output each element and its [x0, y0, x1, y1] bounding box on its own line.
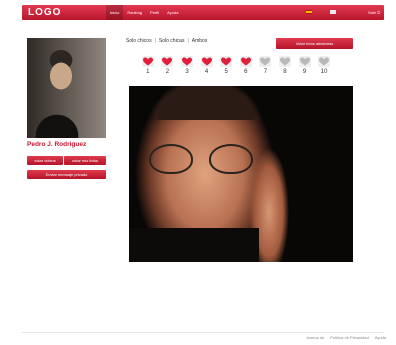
footer-divider: [22, 332, 384, 333]
logout-label: Salir: [368, 10, 377, 15]
main-nav: Inicio Ranking Perfil Ayuda: [106, 4, 182, 21]
heart-icon: [298, 56, 311, 67]
profile-name: Pedro J. Rodriguez: [27, 141, 87, 148]
vote-photos-button[interactable]: votar mis fotos: [64, 156, 106, 165]
rating-option[interactable]: 7: [256, 56, 276, 75]
rating-option[interactable]: 2: [158, 56, 178, 75]
filter-solo-chicas[interactable]: Solo chicas: [159, 38, 185, 44]
heart-icon: [220, 56, 233, 67]
rating-number: 8: [283, 69, 287, 75]
rating-option[interactable]: 10: [314, 56, 334, 75]
footer-links: Acerca de Política de Privacidad Ayuda: [306, 335, 386, 340]
rating-hearts: 1 2 3 4 5 6 7 8 9 10: [138, 56, 334, 75]
rating-number: 6: [244, 69, 248, 75]
rating-number: 4: [204, 69, 209, 75]
footer-link-privacy[interactable]: Política de Privacidad: [330, 335, 368, 340]
footer-link-help[interactable]: Ayuda: [375, 335, 386, 340]
filter-ambos[interactable]: Ambos: [192, 38, 208, 44]
rating-option[interactable]: 3: [177, 56, 197, 75]
nav-item-ranking[interactable]: Ranking: [123, 5, 146, 20]
nav-item-inicio[interactable]: Inicio: [106, 4, 124, 21]
heart-icon: [278, 56, 291, 67]
heart-icon: [141, 56, 154, 67]
rating-number: 7: [263, 69, 268, 75]
rating-number: 10: [320, 69, 328, 75]
profile-photo: [27, 38, 106, 138]
logout-icon: ⏻: [377, 10, 381, 15]
filter-separator: |: [154, 38, 156, 44]
filter-separator: |: [187, 38, 189, 44]
rating-option[interactable]: 9: [295, 56, 315, 75]
heart-icon: [318, 56, 331, 67]
logo[interactable]: LOGO: [28, 7, 61, 18]
photo-hair: [151, 86, 261, 120]
rating-option[interactable]: 5: [216, 56, 236, 75]
heart-icon: [180, 56, 193, 67]
heart-icon: [239, 56, 252, 67]
heart-icon: [259, 56, 272, 67]
vote-random-photos-button[interactable]: Votar fotos aleatorias: [276, 38, 353, 49]
rating-number: 2: [165, 69, 170, 75]
header-bar: LOGO Inicio Ranking Perfil Ayuda Salir ⏻: [22, 4, 384, 21]
rating-number: 1: [146, 69, 150, 75]
photo-glasses-left: [149, 144, 193, 174]
heart-icon: [161, 56, 174, 67]
heart-icon: [200, 56, 213, 67]
rating-number: 9: [302, 69, 307, 75]
filter-solo-chicos[interactable]: Solo chicos: [126, 38, 152, 44]
logout-button[interactable]: Salir ⏻: [368, 5, 380, 20]
footer-link-about[interactable]: Acerca de: [306, 335, 324, 340]
send-message-button[interactable]: Enviar mensaje privado: [27, 170, 106, 179]
rating-number: 5: [224, 69, 228, 75]
rating-option[interactable]: 1: [138, 56, 158, 75]
rating-number: 3: [185, 69, 189, 75]
main-photo: [129, 86, 353, 262]
nav-item-ayuda[interactable]: Ayuda: [163, 5, 182, 20]
rating-option[interactable]: 6: [236, 56, 256, 75]
spanish-flag-icon[interactable]: [306, 10, 312, 14]
vote-videos-button[interactable]: votar videos: [27, 156, 63, 165]
rating-option[interactable]: 8: [275, 56, 295, 75]
gender-filter: Solo chicos | Solo chicas | Ambos: [126, 38, 207, 44]
rating-option[interactable]: 4: [197, 56, 217, 75]
nav-item-perfil[interactable]: Perfil: [146, 5, 163, 20]
photo-clothing: [129, 228, 259, 262]
english-flag-icon[interactable]: [330, 10, 336, 14]
